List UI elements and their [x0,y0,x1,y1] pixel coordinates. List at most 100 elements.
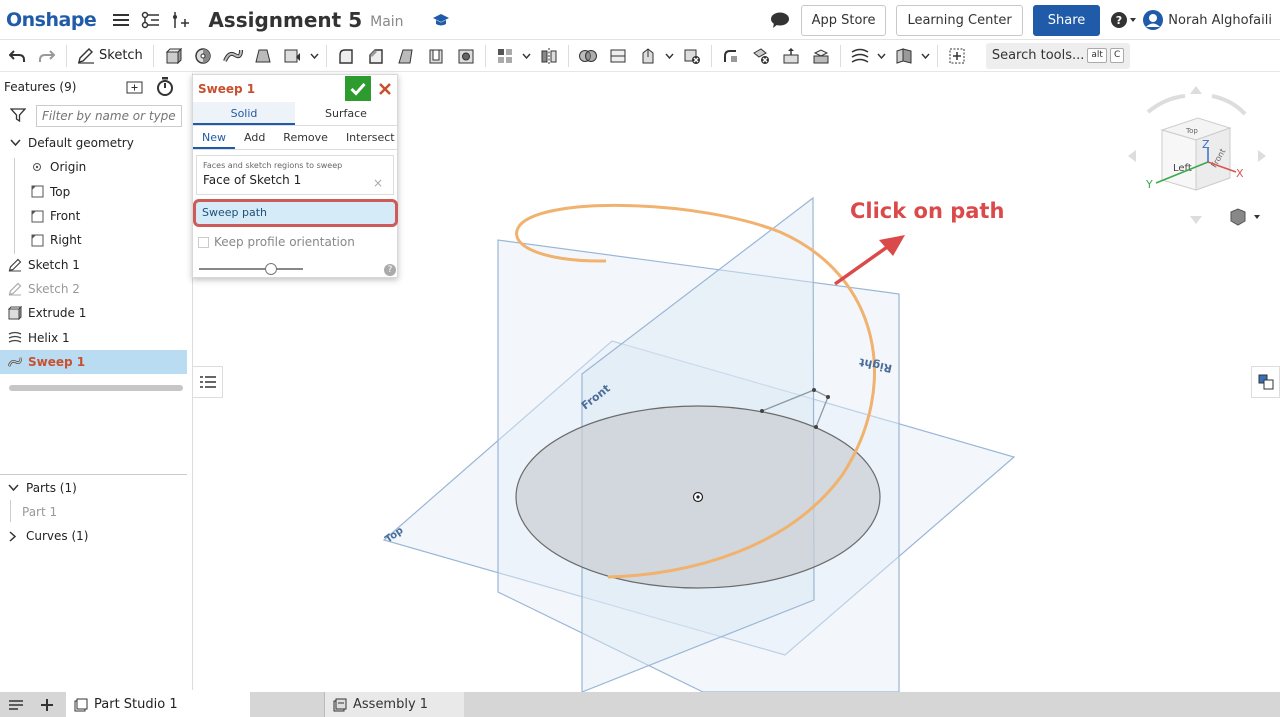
user-name[interactable]: Norah Alghofaili [1168,13,1272,28]
chevron-down-icon[interactable] [665,44,675,68]
learning-center-button[interactable]: Learning Center [896,4,1023,36]
feature-row-sketch-1[interactable]: Sketch 1 [0,252,192,276]
revolve-icon[interactable] [190,44,216,68]
add-folder-icon[interactable] [126,79,144,98]
sheet-metal-icon[interactable] [891,44,917,68]
top-plane-row[interactable]: Top [0,180,192,204]
parts-row[interactable]: Parts (1) [0,476,187,500]
feature-list-scrollbar[interactable] [9,385,183,391]
tab-remove[interactable]: Remove [274,126,337,149]
sweep-tool-icon[interactable] [220,44,246,68]
chevron-down-icon[interactable] [310,44,320,68]
undo-icon[interactable] [4,44,30,68]
feature-tree-icon[interactable] [140,9,162,31]
tab-surface[interactable]: Surface [295,102,397,125]
loft-icon[interactable] [250,44,276,68]
cancel-button[interactable] [375,76,395,101]
transform-icon[interactable] [635,44,661,68]
graduation-cap-icon[interactable] [430,9,452,31]
tab-solid[interactable]: Solid [193,102,295,125]
panel-divider[interactable] [0,474,187,475]
chamfer-icon[interactable] [363,44,389,68]
feature-row-extrude-1[interactable]: Extrude 1 [0,301,192,325]
dialog-help-icon[interactable]: ? [384,264,396,276]
cube-nav-arrow[interactable] [1190,216,1202,224]
cube-nav-arrow[interactable] [1258,150,1266,162]
sketch-button[interactable]: Sketch [77,47,143,64]
chevron-right-icon[interactable] [6,529,20,543]
view-menu-cube-icon[interactable] [1230,208,1246,226]
curve-icon[interactable] [847,44,873,68]
tab-assembly[interactable]: Assembly 1 [324,692,464,717]
redo-icon[interactable] [34,44,60,68]
branch-label[interactable]: Main [370,14,403,30]
help-icon[interactable]: ? [1110,9,1138,31]
curves-row[interactable]: Curves (1) [0,524,187,548]
appearance-panel-toggle[interactable] [1251,366,1280,398]
keep-orientation-row[interactable]: Keep profile orientation [198,235,355,249]
view-cube[interactable]: Top Left Front X Y Z [1128,86,1266,226]
share-button[interactable]: Share [1032,4,1101,36]
filter-input[interactable] [36,105,182,127]
delete-part-icon[interactable] [679,44,705,68]
feature-row-sketch-2[interactable]: Sketch 2 [0,277,192,301]
avatar[interactable] [1142,9,1164,31]
tab-manager-icon[interactable] [8,698,24,712]
feature-row-helix-1[interactable]: Helix 1 [0,325,192,349]
sweep-path-field[interactable]: Sweep path [193,199,398,227]
feature-row-sweep-1[interactable]: Sweep 1 [0,349,187,374]
default-geometry-row[interactable]: Default geometry [0,131,192,155]
tab-add[interactable]: Add [235,126,274,149]
clear-selection-icon[interactable]: × [373,176,383,190]
origin-row[interactable]: Origin [0,155,192,179]
add-tab-icon[interactable] [40,698,54,712]
rollback-timer-icon[interactable] [156,77,174,100]
fillet-icon[interactable] [333,44,359,68]
split-icon[interactable] [605,44,631,68]
replace-face-icon[interactable] [808,44,834,68]
thicken-icon[interactable] [280,44,306,68]
add-custom-feature-icon[interactable] [944,44,970,68]
cube-nav-arrow[interactable] [1128,150,1136,162]
modify-fillet-icon[interactable] [718,44,744,68]
hole-icon[interactable] [453,44,479,68]
feature-list-toggle[interactable] [192,366,223,398]
chevron-down-icon[interactable] [921,44,931,68]
faces-to-sweep-field[interactable]: Faces and sketch regions to sweep Face o… [196,155,394,195]
pattern-icon[interactable] [492,44,518,68]
app-store-button[interactable]: App Store [800,4,887,36]
tab-part-studio[interactable]: Part Studio 1 [66,692,250,717]
menu-icon[interactable] [110,9,132,31]
chevron-down-icon[interactable] [522,44,532,68]
keep-orientation-checkbox[interactable] [198,236,209,248]
filter-icon[interactable] [9,107,27,125]
cube-nav-arrow[interactable] [1190,86,1202,94]
extrude-icon[interactable] [160,44,186,68]
boolean-icon[interactable] [575,44,601,68]
confirm-button[interactable] [345,76,371,101]
dialog-title[interactable]: Sweep 1 [198,82,255,96]
chevron-down-icon[interactable] [6,481,20,495]
comment-icon[interactable] [769,9,791,31]
chevron-down-icon[interactable] [1254,215,1260,219]
document-title[interactable]: Assignment 5 [208,8,362,32]
chevron-down-icon[interactable] [8,136,22,150]
cube-left-face[interactable] [1161,129,1197,191]
search-tools-button[interactable]: Search tools... alt C [985,42,1131,69]
cube-rotate-arrow[interactable] [1146,94,1186,114]
chevron-down-icon[interactable] [877,44,887,68]
insert-icon[interactable] [170,9,192,31]
right-plane-row[interactable]: Right [0,228,192,252]
part-row[interactable]: Part 1 [0,500,187,524]
onshape-logo[interactable]: Onshape [6,9,97,31]
tab-intersect[interactable]: Intersect [337,126,404,149]
cube-rotate-arrow[interactable] [1211,94,1247,116]
draft-icon[interactable] [393,44,419,68]
front-plane-row[interactable]: Front [0,204,192,228]
preview-slider-track[interactable] [199,268,303,270]
shell-icon[interactable] [423,44,449,68]
preview-slider-handle[interactable] [265,263,277,275]
move-face-icon[interactable] [778,44,804,68]
mirror-icon[interactable] [536,44,562,68]
delete-face-icon[interactable] [748,44,774,68]
